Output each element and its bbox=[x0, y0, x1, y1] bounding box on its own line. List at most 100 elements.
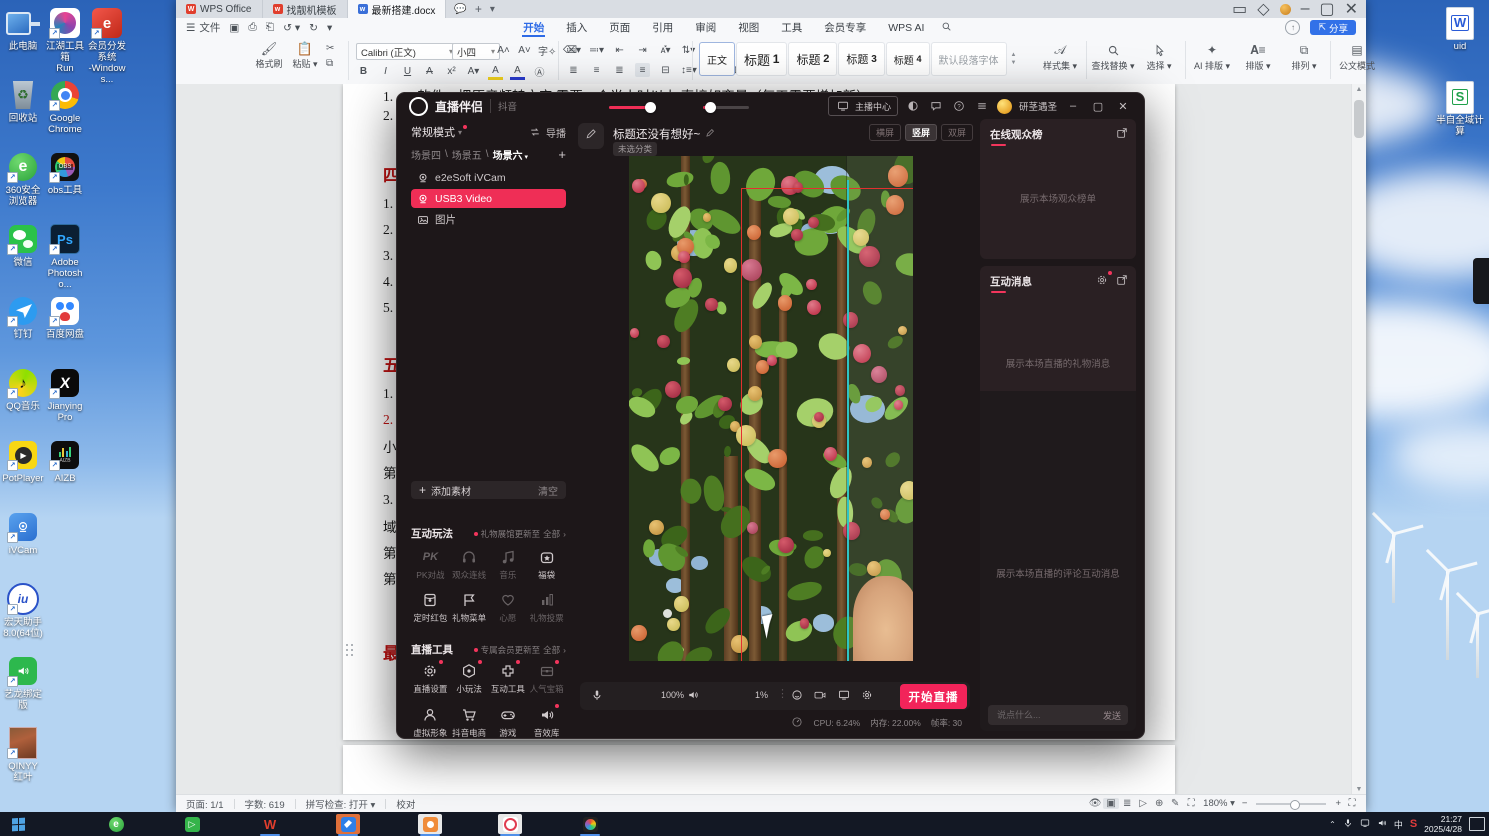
view-outline-icon[interactable]: ≣ bbox=[1119, 798, 1135, 809]
director-button[interactable]: 导播 bbox=[527, 124, 566, 140]
undo-icon[interactable]: ↺ ▾ bbox=[283, 22, 300, 34]
status-spell[interactable]: 拼写检查: 打开 ▾ bbox=[306, 797, 376, 811]
tab-comment-icon[interactable]: 💬 bbox=[454, 4, 466, 15]
mic-slider[interactable] bbox=[609, 102, 656, 113]
source-item-1[interactable]: USB3 Video bbox=[411, 189, 566, 208]
menu-引用[interactable]: 引用 bbox=[641, 18, 684, 37]
zoom-slider[interactable] bbox=[1256, 799, 1327, 810]
screen-mode-2[interactable]: 竖屏 bbox=[905, 124, 938, 141]
wps-tab-0[interactable]: W WPS Office bbox=[176, 0, 263, 18]
interact-pk[interactable]: PK PK对战 bbox=[411, 547, 450, 581]
shrink-font-icon[interactable]: A˅ bbox=[517, 43, 532, 57]
print-preview-icon[interactable]: ⎗ bbox=[266, 21, 274, 34]
web-view-icon[interactable]: ⊕ bbox=[1151, 798, 1167, 809]
chat-input[interactable] bbox=[995, 709, 1103, 721]
menu-会员专享[interactable]: 会员专享 bbox=[813, 18, 877, 37]
desktop-icon-word[interactable]: Wuid bbox=[1434, 6, 1486, 53]
paste-button[interactable]: 📋 粘贴 ▾ bbox=[288, 41, 322, 70]
interact-flag[interactable]: 礼物菜单 bbox=[450, 590, 489, 624]
char-border-button[interactable]: Ⓐ bbox=[532, 65, 547, 79]
desktop-icon-qinyy[interactable]: ↗ QINYY 红叶 bbox=[2, 726, 44, 784]
format-painter-button[interactable]: 🖌 格式刷 bbox=[252, 41, 286, 70]
eye-icon[interactable]: 👁 bbox=[1087, 798, 1103, 809]
wps-tab-1[interactable]: w 找靓机模板 bbox=[263, 0, 348, 18]
notification-icon[interactable] bbox=[1469, 817, 1485, 831]
bold-button[interactable]: B bbox=[356, 65, 371, 79]
category-tag[interactable]: 未选分类 bbox=[613, 142, 658, 156]
volume-slider[interactable] bbox=[703, 102, 749, 113]
status-proof[interactable]: 校对 bbox=[396, 797, 415, 811]
font-color-button[interactable]: A bbox=[510, 63, 525, 80]
desktop-icon-chrome[interactable]: ↗ Google Chrome bbox=[44, 78, 86, 136]
menu-icon[interactable] bbox=[974, 98, 990, 114]
volume-icon[interactable] bbox=[687, 688, 699, 706]
wps-close-button[interactable]: ✕ bbox=[1345, 0, 1358, 19]
edit-mode-icon[interactable]: ✎ bbox=[1167, 798, 1183, 809]
zoom-in-button[interactable]: + bbox=[1335, 798, 1341, 809]
wps-minimize-button[interactable]: – bbox=[1301, 0, 1310, 18]
redo-icon[interactable]: ↻ bbox=[309, 22, 318, 34]
paragraph-drag-handle[interactable] bbox=[346, 644, 354, 657]
interact-redpack[interactable]: 定时红包 bbox=[411, 590, 450, 624]
style-chip-5[interactable]: 默认段落字体 bbox=[930, 42, 1007, 76]
window-layout-icon[interactable]: ▭ bbox=[1232, 0, 1247, 19]
upload-icon[interactable]: ↑ bbox=[1285, 20, 1301, 35]
user-avatar[interactable] bbox=[996, 98, 1012, 114]
wps-avatar[interactable] bbox=[1279, 3, 1291, 15]
menu-审阅[interactable]: 审阅 bbox=[684, 18, 727, 37]
tray-expand-icon[interactable]: ⌃ bbox=[1329, 820, 1336, 829]
desktop-icon-green[interactable]: ↗ 艺龙绑定版 bbox=[2, 654, 44, 712]
menu-页面[interactable]: 页面 bbox=[598, 18, 641, 37]
desktop-icon-qq[interactable]: ♪ ↗ QQ音乐 bbox=[2, 366, 44, 413]
tray-mic-icon[interactable] bbox=[1343, 818, 1353, 830]
italic-button[interactable]: I bbox=[378, 65, 393, 79]
ribbon-tool-docmode[interactable]: ▤ 公文模式 bbox=[1335, 41, 1379, 72]
taskbar-color-app[interactable] bbox=[578, 814, 602, 834]
desktop-icon-wechat[interactable]: ↗ 微信 bbox=[2, 222, 44, 269]
style-chip-0[interactable]: 正文 bbox=[699, 42, 735, 76]
menu-WPS AI[interactable]: WPS AI bbox=[877, 18, 935, 37]
interact-heart[interactable]: 心愿 bbox=[489, 590, 528, 624]
fullscreen-icon[interactable]: ⛶ bbox=[1344, 798, 1360, 809]
new-tab-button[interactable]: + bbox=[475, 2, 482, 16]
tab-list-icon[interactable]: ▾ bbox=[490, 4, 495, 15]
line-spacing-icon[interactable]: ↕≡▾ bbox=[681, 63, 697, 77]
desktop-icon-obs[interactable]: OBS ↗ obs工具 bbox=[44, 150, 86, 197]
desktop-icon-aizb[interactable]: AIZB ↗ AIZB bbox=[44, 438, 86, 485]
interact-chart[interactable]: 礼物投票 bbox=[527, 590, 566, 624]
tool-person[interactable]: 虚拟形象 bbox=[411, 705, 450, 738]
ribbon-tool-cursor[interactable]: 选择 ▾ bbox=[1137, 41, 1181, 72]
edge-popup[interactable] bbox=[1473, 258, 1489, 304]
cut-icon[interactable]: ✂ bbox=[326, 43, 334, 54]
desktop-icon-baidu[interactable]: ↗ 百度网盘 bbox=[44, 294, 86, 341]
screen-mode-3[interactable]: 双屏 bbox=[941, 124, 974, 141]
desktop-icon-vip[interactable]: e ↗ 会员分发系统 -Windows... bbox=[86, 6, 128, 86]
tool-puzzle[interactable]: 互动工具 bbox=[489, 660, 528, 695]
interact-bag[interactable]: 福袋 bbox=[527, 547, 566, 581]
style-chip-3[interactable]: 标题 3 bbox=[838, 42, 885, 76]
view-page-icon[interactable]: ▣ bbox=[1103, 798, 1120, 809]
bullets-icon[interactable]: ≔▾ bbox=[566, 43, 581, 57]
desktop-icon-pot[interactable]: ▶ ↗ PotPlayer bbox=[2, 438, 44, 485]
start-live-button[interactable]: 开始直播 bbox=[900, 684, 967, 709]
popout-icon[interactable] bbox=[1114, 125, 1130, 141]
ribbon-tool-search[interactable]: 查找替换 ▾ bbox=[1091, 41, 1135, 72]
theme-icon[interactable] bbox=[905, 98, 921, 114]
screen-mode-1[interactable]: 横屏 bbox=[869, 124, 902, 141]
apps-icon[interactable]: ◇ bbox=[1257, 0, 1269, 19]
start-button[interactable] bbox=[6, 814, 30, 834]
clear-button[interactable]: 清空 bbox=[538, 483, 558, 498]
menu-视图[interactable]: 视图 bbox=[727, 18, 770, 37]
add-scene-button[interactable]: + bbox=[558, 147, 566, 162]
scene-tab-2[interactable]: 场景五 bbox=[452, 147, 482, 162]
share-button[interactable]: ⇱ 分享 bbox=[1310, 20, 1356, 35]
style-chip-4[interactable]: 标题 4 bbox=[885, 42, 930, 76]
justify-icon[interactable]: ≡ bbox=[635, 63, 650, 77]
screen-share-icon[interactable] bbox=[838, 688, 850, 706]
anchor-center-button[interactable]: 主播中心 bbox=[827, 96, 898, 116]
source-item-0[interactable]: e2eSoft iVCam bbox=[411, 168, 566, 187]
taskbar-360-browser[interactable]: e bbox=[104, 814, 128, 834]
zoom-out-button[interactable]: − bbox=[1242, 798, 1248, 809]
underline-button[interactable]: U bbox=[400, 65, 415, 79]
scene-tab-3[interactable]: 场景六 ▾ bbox=[493, 147, 528, 162]
